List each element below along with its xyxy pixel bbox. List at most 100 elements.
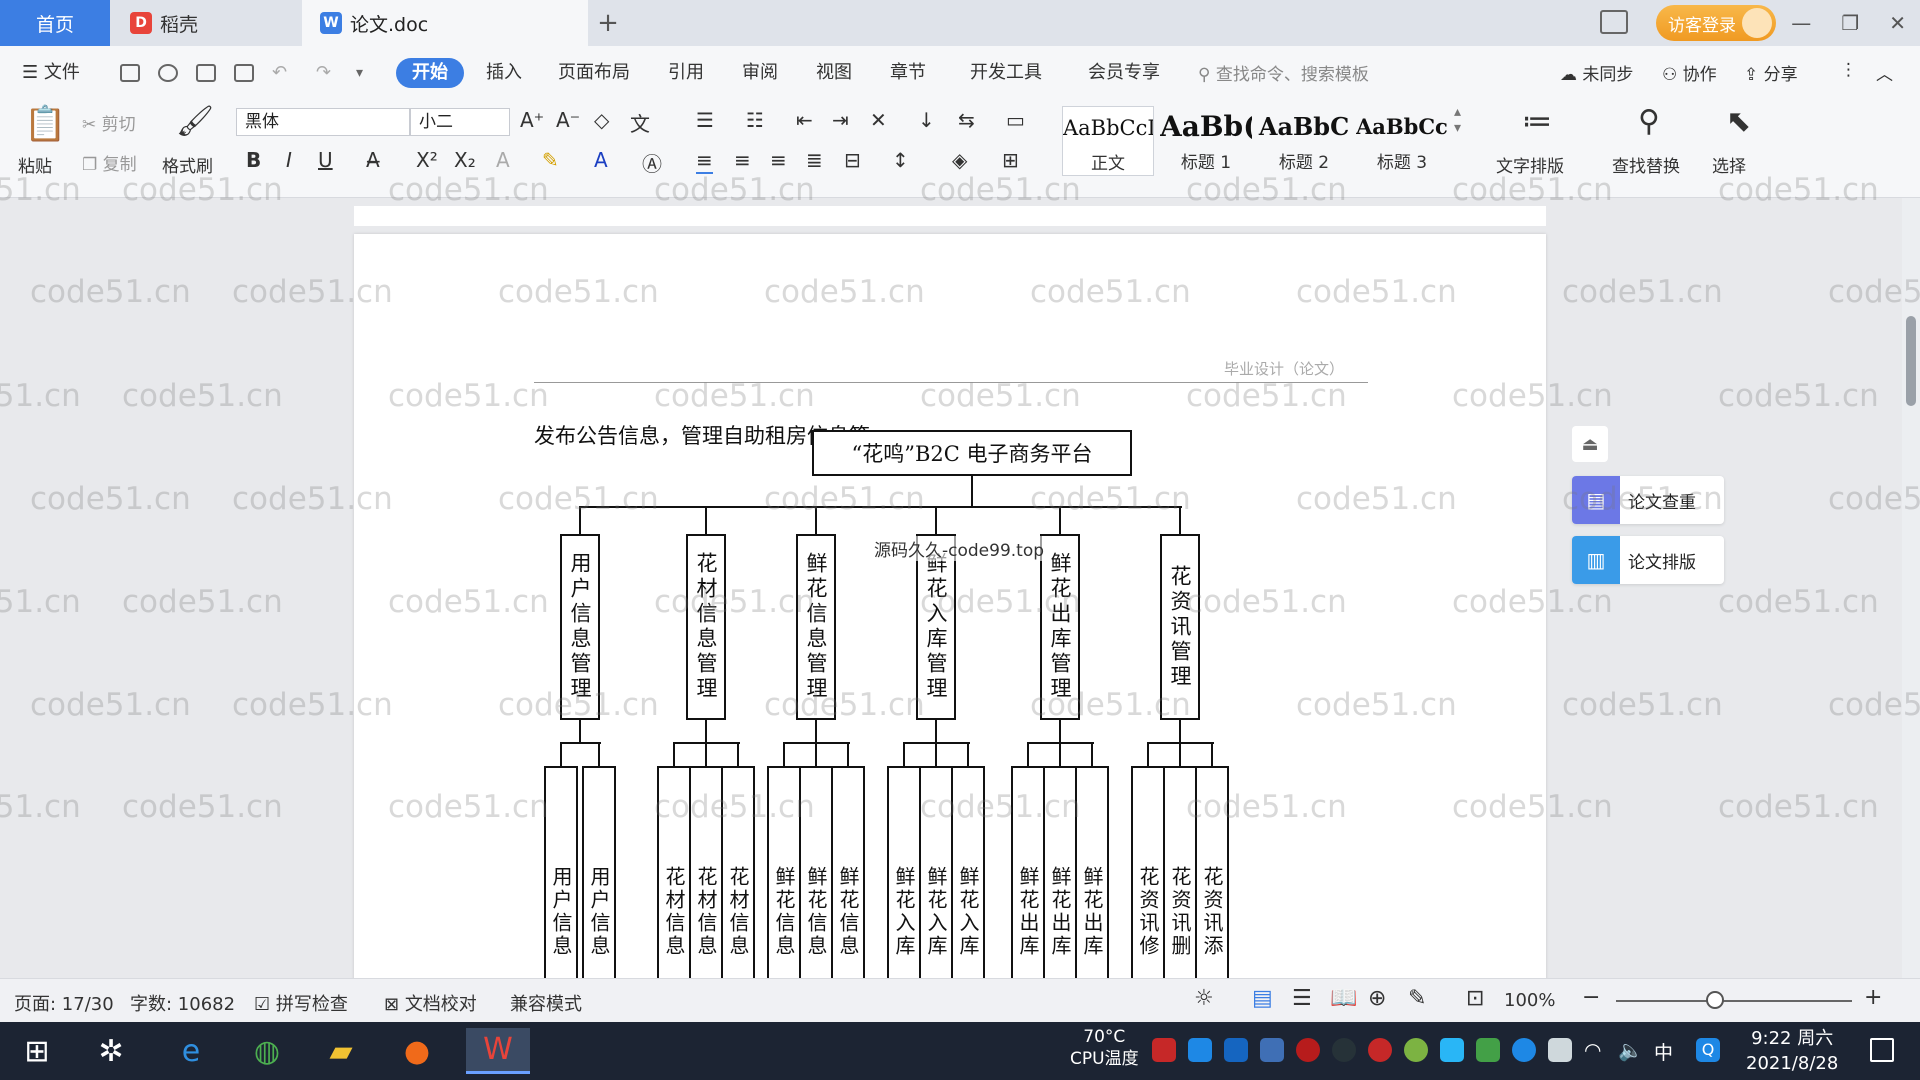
tray-app-icon[interactable] <box>1224 1038 1248 1062</box>
fit-page-icon[interactable]: ⊡ <box>1466 986 1484 1011</box>
shield-icon[interactable] <box>1260 1038 1284 1062</box>
menu-developer[interactable]: 开发工具 <box>970 58 1042 88</box>
strikethrough-icon[interactable]: A̶ <box>366 148 380 172</box>
increase-indent-icon[interactable]: ⇥ <box>832 108 849 132</box>
qq-icon[interactable] <box>1296 1038 1320 1062</box>
paste-button[interactable]: 粘贴 <box>18 152 52 177</box>
paper-layout-button[interactable]: ▥ 论文排版 <box>1572 536 1724 584</box>
superscript-icon[interactable]: X² <box>416 148 438 172</box>
menu-member[interactable]: 会员专享 <box>1088 58 1160 88</box>
quick-access-dropdown-icon[interactable]: ▾ <box>356 58 363 88</box>
save-icon[interactable] <box>120 64 140 82</box>
tray-app-icon[interactable] <box>1404 1038 1428 1062</box>
menu-chapter[interactable]: 章节 <box>890 58 926 88</box>
battery-icon[interactable] <box>1548 1038 1572 1062</box>
find-replace-button[interactable]: 查找替换 <box>1612 152 1680 177</box>
copy-button[interactable]: ❐ 复制 <box>82 150 137 175</box>
border-icon[interactable]: ⊞ <box>1002 148 1019 172</box>
redo-icon[interactable]: ↷ <box>316 58 331 88</box>
wps-office-icon[interactable]: W <box>466 1028 530 1074</box>
shrink-font-icon[interactable]: A⁻ <box>556 108 580 132</box>
decrease-indent-icon[interactable]: ⇤ <box>796 108 813 132</box>
font-size-select[interactable]: 小二 <box>410 108 510 136</box>
bullet-list-icon[interactable]: ☰ <box>696 108 714 132</box>
zoom-level[interactable]: 100% <box>1504 990 1555 1011</box>
write-mode-icon[interactable]: ✎ <box>1408 986 1426 1011</box>
spell-check-button[interactable]: ☑ 拼写检查 <box>254 990 348 1016</box>
restore-icon[interactable]: ❐ <box>1841 11 1859 35</box>
collaborate-button[interactable]: ⚇ 协作 <box>1662 60 1717 85</box>
file-menu[interactable]: ☰ 文件 <box>22 58 80 88</box>
style-heading-2[interactable]: AaBbC 标题 2 <box>1258 106 1350 176</box>
menu-insert[interactable]: 插入 <box>486 58 522 88</box>
zoom-slider-knob[interactable] <box>1706 991 1724 1009</box>
command-search[interactable]: ⚲ 查找命令、搜索模板 <box>1198 60 1369 85</box>
collapse-ribbon-icon[interactable]: ︿ <box>1876 60 1893 85</box>
notification-center-icon[interactable] <box>1870 1038 1894 1062</box>
shading-icon[interactable]: ◈ <box>952 148 967 172</box>
nvidia-icon[interactable] <box>1476 1038 1500 1062</box>
font-color-icon[interactable]: A <box>594 148 608 172</box>
format-painter-button[interactable]: 格式刷 <box>162 152 213 177</box>
print-icon[interactable] <box>196 64 216 82</box>
menu-review[interactable]: 审阅 <box>742 58 778 88</box>
proofread-button[interactable]: ⊠ 文档校对 <box>384 990 477 1016</box>
subscript-icon[interactable]: X₂ <box>454 148 476 172</box>
scrollbar-thumb[interactable] <box>1906 316 1916 406</box>
qq-icon[interactable] <box>1332 1038 1356 1062</box>
web-view-icon[interactable]: ⊕ <box>1368 986 1386 1011</box>
bluetooth-icon[interactable] <box>1512 1038 1536 1062</box>
tray-app-icon[interactable] <box>1152 1038 1176 1062</box>
undo-icon[interactable]: ↶ <box>272 58 287 88</box>
tab-home[interactable]: 首页 <box>0 0 110 46</box>
file-explorer-icon[interactable]: ▰ <box>314 1028 368 1074</box>
reading-view-icon[interactable]: 📖 <box>1330 986 1357 1011</box>
format-painter-icon[interactable]: 🖌 <box>176 104 214 139</box>
layout-icon[interactable] <box>1600 10 1628 34</box>
tray-app-icon[interactable] <box>1188 1038 1212 1062</box>
show-marks-icon[interactable]: ▭ <box>1006 108 1025 132</box>
chinese-layout-icon[interactable]: ✕ <box>870 108 887 132</box>
media-app-icon[interactable]: ● <box>390 1028 444 1074</box>
search-app-icon[interactable]: Q <box>1696 1038 1720 1062</box>
page-view-icon[interactable]: ▤ <box>1252 986 1273 1011</box>
side-panel-collapse-icon[interactable]: ⏏ <box>1572 426 1608 462</box>
share-button[interactable]: ⇪ 分享 <box>1744 60 1798 85</box>
menu-view[interactable]: 视图 <box>816 58 852 88</box>
share-link-icon[interactable] <box>158 64 178 82</box>
select-button[interactable]: 选择 <box>1712 152 1746 177</box>
text-direction-icon[interactable]: ⇆ <box>958 108 975 132</box>
style-heading-3[interactable]: AaBbCcI 标题 3 <box>1356 106 1448 176</box>
cut-button[interactable]: ✂ 剪切 <box>82 110 136 135</box>
phonetic-icon[interactable]: 文 <box>630 108 650 137</box>
font-name-select[interactable]: 黑体 <box>236 108 410 136</box>
close-icon[interactable]: ✕ <box>1889 11 1906 35</box>
find-replace-icon[interactable]: ⚲ <box>1638 104 1660 139</box>
visitor-login-button[interactable]: 访客登录 <box>1656 5 1776 41</box>
tab-docer[interactable]: D 稻壳 <box>110 0 302 46</box>
text-layout-button[interactable]: 文字排版 <box>1496 152 1564 177</box>
document-page[interactable]: 毕业设计（论文） 发布公告信息，管理自助租房信息等。 源码久久-code99.t… <box>354 234 1546 978</box>
char-border-icon[interactable]: Ⓐ <box>642 148 662 177</box>
menu-page-layout[interactable]: 页面布局 <box>558 58 630 88</box>
more-icon[interactable]: ⋮ <box>1840 60 1857 80</box>
windows-start-icon[interactable]: ⊞ <box>10 1028 64 1074</box>
align-center-icon[interactable]: ≡ <box>734 148 751 172</box>
styles-scroll-icon[interactable]: ▴ ▾ <box>1454 104 1461 136</box>
tray-app-icon[interactable] <box>1440 1038 1464 1062</box>
zoom-slider[interactable] <box>1616 1000 1852 1002</box>
distributed-icon[interactable]: ⊟ <box>844 148 861 172</box>
justify-icon[interactable]: ≣ <box>806 148 823 172</box>
ie-browser-icon[interactable]: e <box>164 1028 218 1074</box>
style-normal[interactable]: AaBbCcI 正文 <box>1062 106 1154 176</box>
zoom-in-icon[interactable]: + <box>1864 985 1882 1010</box>
word-count[interactable]: 字数: 10682 <box>130 990 235 1016</box>
paste-icon[interactable]: 📋 <box>24 104 66 144</box>
tab-document[interactable]: W 论文.doc <box>302 0 588 46</box>
minimize-icon[interactable]: — <box>1791 11 1811 35</box>
align-left-icon[interactable]: ≡ <box>696 148 713 174</box>
numbered-list-icon[interactable]: ☷ <box>746 108 764 132</box>
sync-status[interactable]: ☁ 未同步 <box>1560 60 1633 85</box>
print-preview-icon[interactable] <box>234 64 254 82</box>
pinwheel-app-icon[interactable]: ✲ <box>84 1028 138 1074</box>
